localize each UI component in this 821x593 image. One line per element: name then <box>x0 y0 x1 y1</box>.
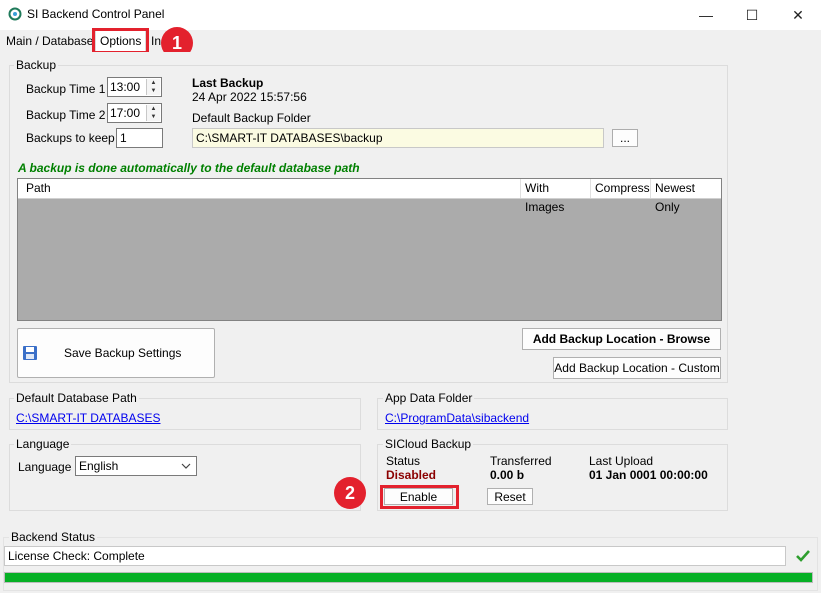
step-2-marker: 2 <box>334 477 366 509</box>
sicloud-transferred-label: Transferred <box>490 454 552 468</box>
progress-fill <box>5 573 812 582</box>
app-data-folder-label: App Data Folder <box>383 391 475 405</box>
backup-group-label: Backup <box>14 58 59 72</box>
backend-status-label: Backend Status <box>9 530 98 544</box>
column-header-with-images[interactable]: With Images <box>520 179 590 214</box>
browse-folder-button[interactable]: ... <box>612 129 638 147</box>
default-database-path-link[interactable]: C:\SMART-IT DATABASES <box>16 411 160 425</box>
auto-backup-note: A backup is done automatically to the de… <box>18 161 360 175</box>
default-backup-folder-label: Default Backup Folder <box>192 111 311 125</box>
tab-main-databases[interactable]: Main / Databases <box>2 32 103 51</box>
add-backup-location-custom-button[interactable]: Add Backup Location - Custom <box>553 357 721 379</box>
language-group <box>9 444 361 511</box>
backup-time2-value: 17:00 <box>110 106 141 120</box>
backup-time1-value: 13:00 <box>110 80 141 94</box>
language-field-label: Language <box>18 460 72 474</box>
column-header-compress[interactable]: Compress <box>590 179 650 198</box>
backup-time2-label: Backup Time 2 <box>26 108 106 122</box>
last-backup-value: 24 Apr 2022 15:57:56 <box>192 90 307 104</box>
save-backup-settings-button[interactable]: Save Backup Settings <box>17 328 215 378</box>
backup-time1-spinner[interactable]: 13:00 ▲ ▼ <box>107 77 162 97</box>
sicloud-last-upload-value: 01 Jan 0001 00:00:00 <box>589 468 708 482</box>
app-data-folder-link[interactable]: C:\ProgramData\sibackend <box>385 411 529 425</box>
window-title: SI Backend Control Panel <box>27 7 165 21</box>
backup-time2-spinner[interactable]: 17:00 ▲ ▼ <box>107 103 162 123</box>
sicloud-status-label: Status <box>386 454 421 468</box>
save-backup-settings-label: Save Backup Settings <box>64 346 182 360</box>
sicloud-last-upload-label: Last Upload <box>589 454 654 468</box>
backups-to-keep-label: Backups to keep <box>26 131 115 145</box>
last-backup-label: Last Backup <box>192 76 264 90</box>
backend-status-message: License Check: Complete <box>4 546 786 566</box>
enable-highlight-box <box>380 485 459 509</box>
minimize-icon: — <box>699 7 713 23</box>
language-group-label: Language <box>14 437 72 451</box>
sicloud-backup-label: SICloud Backup <box>383 437 474 451</box>
close-button[interactable]: ✕ <box>775 0 821 30</box>
column-header-newest-only[interactable]: Newest Only <box>650 179 721 214</box>
sicloud-transferred-value: 0.00 b <box>490 468 525 482</box>
maximize-icon: ☐ <box>745 6 759 23</box>
chevron-down-icon <box>181 463 191 469</box>
grid-header: Path With Images Compress Newest Only <box>18 179 721 214</box>
backup-locations-grid[interactable]: Path With Images Compress Newest Only <box>17 178 722 321</box>
close-icon: ✕ <box>792 6 804 23</box>
default-database-path-label: Default Database Path <box>14 391 139 405</box>
backups-to-keep-input[interactable]: 1 <box>116 128 163 148</box>
column-header-path[interactable]: Path <box>18 179 520 198</box>
save-icon <box>23 346 37 360</box>
spinner-arrows-icon[interactable]: ▲ ▼ <box>146 105 160 121</box>
backend-status-progress-bar <box>4 572 813 583</box>
language-select-value: English <box>79 459 119 473</box>
tab-information-label: In <box>151 34 162 48</box>
default-backup-folder-field[interactable]: C:\SMART-IT DATABASES\backup <box>192 128 604 148</box>
sicloud-reset-button[interactable]: Reset <box>487 488 533 505</box>
maximize-button[interactable]: ☐ <box>729 0 775 30</box>
minimize-button[interactable]: — <box>683 0 729 30</box>
app-icon <box>8 7 22 21</box>
add-backup-location-browse-button[interactable]: Add Backup Location - Browse <box>522 328 721 350</box>
language-select[interactable]: English <box>75 456 197 476</box>
sicloud-status-value: Disabled <box>386 468 437 482</box>
spinner-arrows-icon[interactable]: ▲ ▼ <box>146 79 160 95</box>
backup-time1-label: Backup Time 1 <box>26 82 106 96</box>
options-highlight-box <box>92 28 149 54</box>
check-icon <box>796 550 810 562</box>
